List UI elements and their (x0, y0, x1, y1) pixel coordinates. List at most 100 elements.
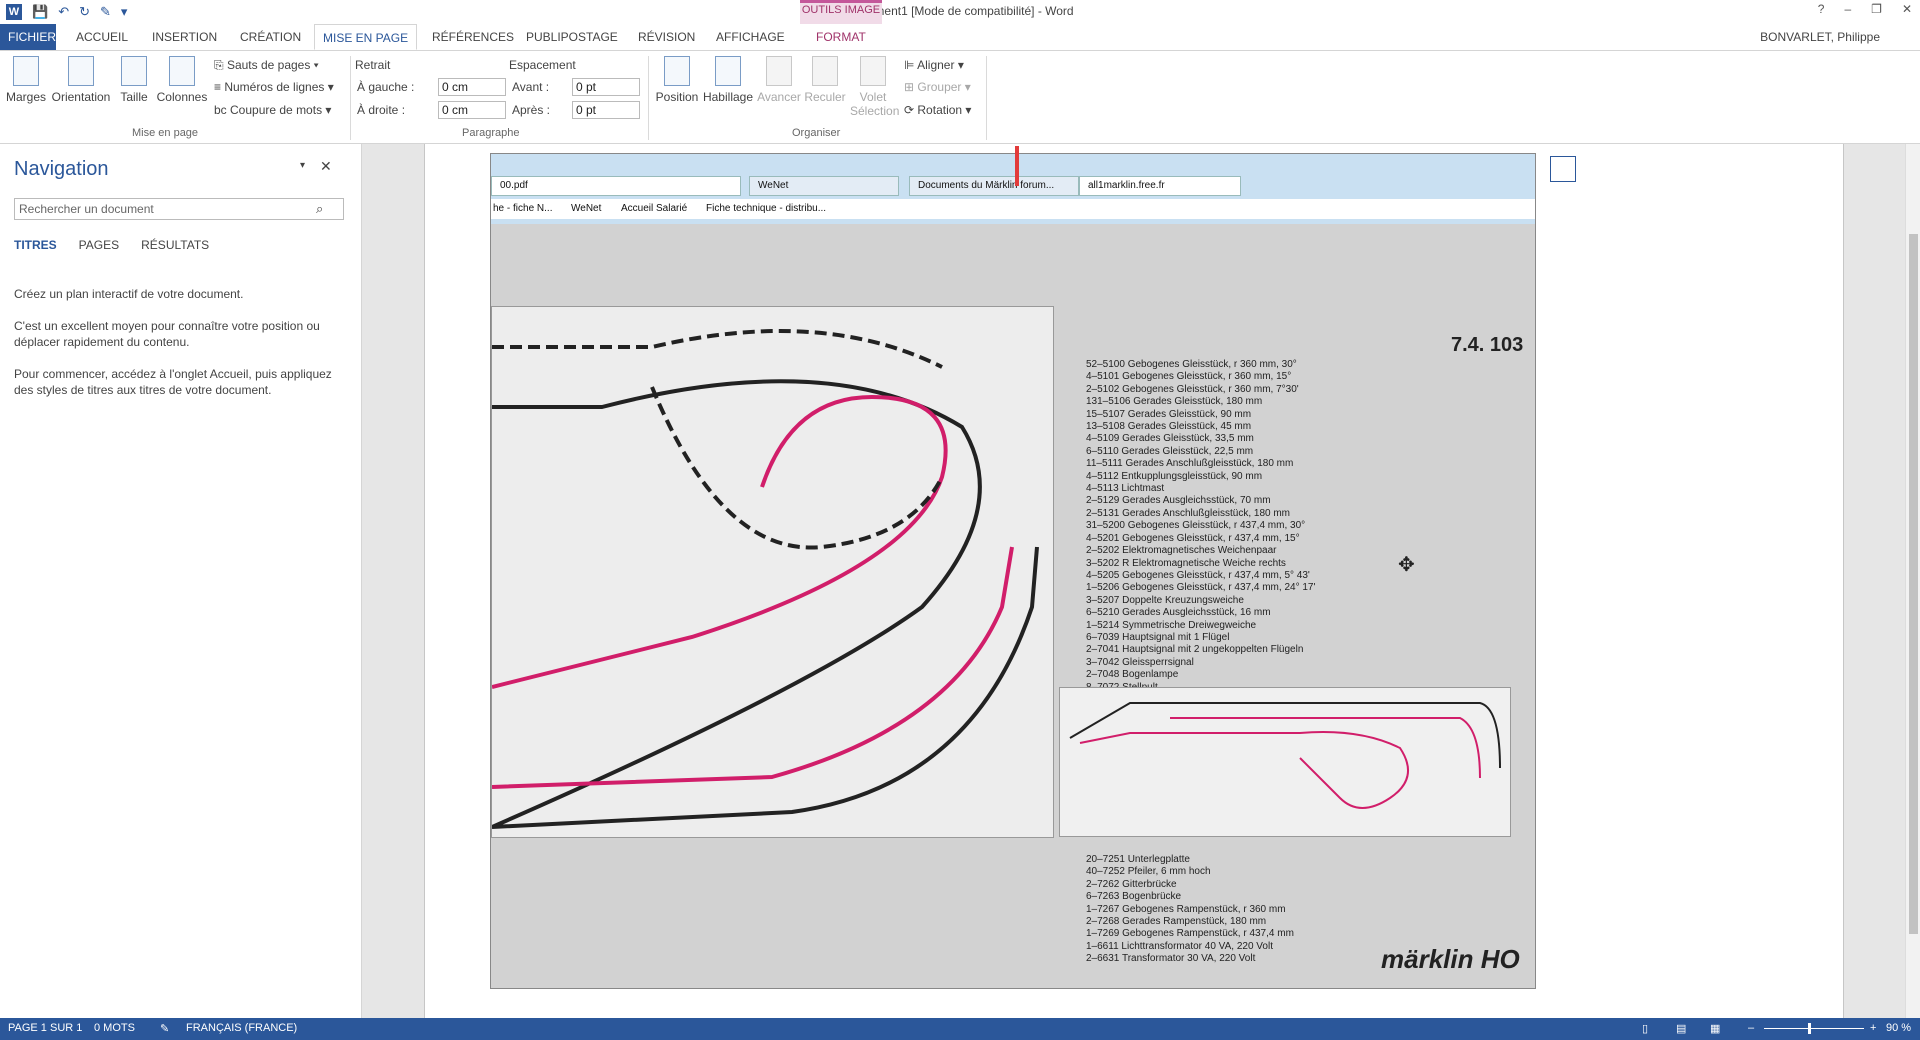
marges-button[interactable]: Marges (6, 56, 46, 104)
tab-pages[interactable]: PAGES (79, 238, 119, 252)
parts-list: 52–5100 Gebogenes Gleisstück, r 360 mm, … (1086, 359, 1315, 731)
part-row: 13–5108 Gerades Gleisstück, 45 mm (1086, 421, 1252, 433)
part-row: 6–5110 Gerades Gleisstück, 22,5 mm (1086, 445, 1254, 457)
part-row: 15–5107 Gerades Gleisstück, 90 mm (1086, 408, 1252, 420)
part-row: 6–7039 Hauptsignal mit 1 Flügel (1086, 631, 1230, 643)
part-row: 4–5205 Gebogenes Gleisstück, r 437,4 mm,… (1086, 569, 1310, 581)
zoom-out-button[interactable]: – (1748, 1022, 1754, 1034)
nav-title: Navigation (14, 158, 109, 180)
tab-publipostage[interactable]: PUBLIPOSTAGE (518, 24, 626, 50)
taille-button[interactable]: Taille (116, 56, 152, 104)
sauts-button[interactable]: ⎘ Sauts de pages ▾ (214, 58, 319, 73)
minimize-button[interactable]: – (1844, 2, 1851, 16)
context-group-label: OUTILS IMAGE (801, 4, 881, 16)
selection-label: Sélection (850, 104, 900, 118)
tab-insertion[interactable]: INSERTION (144, 24, 225, 50)
spacing-before-field[interactable]: 0 pt (572, 78, 640, 96)
part-row: 1–5214 Symmetrische Dreiwegweiche (1086, 619, 1257, 631)
tab-mise-en-page[interactable]: MISE EN PAGE (314, 24, 418, 50)
pasted-image[interactable]: 00.pdf WeNet Documents du Märklin forum.… (490, 153, 1536, 989)
part-row: 4–5113 Lichtmast (1086, 483, 1165, 495)
part-row: 11–5111 Gerades Anschlußgleisstück, 180 … (1086, 458, 1294, 470)
part-row: 31–5200 Gebogenes Gleisstück, r 437,4 mm… (1086, 520, 1306, 532)
spacing-after-field[interactable]: 0 pt (572, 101, 640, 119)
indent-right-field[interactable]: 0 cm (438, 101, 506, 119)
part-row: 1–5206 Gebogenes Gleisstück, r 437,4 mm,… (1086, 582, 1316, 594)
nav-help-text-1: Créez un plan interactif de votre docume… (14, 287, 244, 301)
nav-tabs: TITRES PAGES RÉSULTATS (14, 238, 209, 252)
tab-affichage[interactable]: AFFICHAGE (708, 24, 793, 50)
mini-track-pink-2 (1170, 717, 1481, 779)
help-button[interactable]: ? (1818, 2, 1825, 16)
bottom-parts-list: 20–7251 Unterlegplatte 40–7252 Pfeiler, 6… (1086, 854, 1294, 966)
zoom-slider-thumb[interactable] (1808, 1023, 1811, 1034)
mini-track-pink (1079, 731, 1409, 809)
bottom-part-row: 40–7252 Pfeiler, 6 mm hoch (1086, 866, 1211, 878)
tab-titres[interactable]: TITRES (14, 238, 57, 252)
avancer-button[interactable]: Avancer (756, 56, 802, 104)
tab-references[interactable]: RÉFÉRENCES (424, 24, 522, 50)
tab-accueil[interactable]: ACCUEIL (68, 24, 136, 50)
zoom-level[interactable]: 90 % (1886, 1022, 1911, 1034)
part-row: 3–7042 Gleissperrsignal (1086, 656, 1194, 668)
zoom-in-button[interactable]: + (1870, 1022, 1876, 1034)
proofing-icon[interactable]: ✎ (160, 1022, 169, 1035)
grouper-button[interactable]: ⊞ Grouper ▾ (904, 80, 971, 94)
restore-button[interactable]: ❐ (1871, 2, 1882, 16)
tab-format[interactable]: FORMAT (808, 24, 874, 50)
image-tab-wenet: WeNet (749, 176, 899, 196)
status-words[interactable]: 0 MOTS (94, 1022, 135, 1034)
status-page[interactable]: PAGE 1 SUR 1 (8, 1022, 82, 1034)
aligner-button[interactable]: ⊫ Aligner ▾ (904, 58, 964, 72)
search-icon[interactable]: ⌕ (316, 201, 323, 217)
gauche-label: À gauche : (357, 80, 415, 94)
print-layout-icon[interactable]: ▤ (1676, 1022, 1686, 1035)
bottom-part-row: 2–6631 Transformator 30 VA, 220 Volt (1086, 953, 1256, 965)
habillage-button[interactable]: Habillage (702, 56, 754, 104)
marklin-logo: märklin HO (1381, 944, 1520, 974)
vertical-scrollbar[interactable] (1905, 144, 1920, 1018)
status-language[interactable]: FRANÇAIS (FRANCE) (186, 1022, 297, 1034)
close-button[interactable]: ✕ (1902, 2, 1912, 16)
image-bookmark-3: Accueil Salarié (621, 203, 688, 214)
sheet-page-number: 7.4. 103 (1451, 334, 1524, 356)
nav-search-input[interactable]: Rechercher un document (14, 198, 344, 220)
rotation-label: Rotation (917, 103, 963, 117)
habillage-label: Habillage (702, 90, 754, 104)
wrap-icon (715, 56, 741, 86)
scroll-thumb[interactable] (1909, 234, 1918, 934)
reculer-button[interactable]: Reculer (802, 56, 848, 104)
image-tab-marklin: all1marklin.free.fr (1079, 176, 1241, 196)
position-button[interactable]: Position (654, 56, 700, 104)
size-icon (121, 56, 147, 86)
tab-fichier[interactable]: FICHIER (0, 24, 56, 50)
nav-help-text-2: C'est un excellent moyen pour connaître … (14, 319, 320, 349)
indent-left-field[interactable]: 0 cm (438, 78, 506, 96)
tab-creation[interactable]: CRÉATION (232, 24, 309, 50)
send-backward-icon (812, 56, 838, 86)
nav-close-icon[interactable]: ✕ (320, 158, 332, 175)
image-url: 00.pdf (491, 176, 741, 196)
coupure-button[interactable]: bc Coupure de mots ▾ (214, 103, 331, 117)
numeros-button[interactable]: ≡ Numéros de lignes ▾ (214, 80, 334, 94)
zoom-slider[interactable] (1764, 1028, 1864, 1029)
tab-revision[interactable]: RÉVISION (630, 24, 703, 50)
columns-icon (169, 56, 195, 86)
navigation-pane: Navigation ✕ ▾ Rechercher un document ⌕ … (0, 144, 362, 1018)
aligner-label: Aligner (917, 58, 955, 72)
track-plan-svg (491, 329, 1039, 829)
track-line-dashed-loop (650, 386, 944, 550)
tab-resultats[interactable]: RÉSULTATS (141, 238, 209, 252)
web-layout-icon[interactable]: ▦ (1710, 1022, 1720, 1035)
nav-options-icon[interactable]: ▾ (300, 160, 305, 171)
read-mode-icon[interactable]: ▯ (1642, 1022, 1648, 1035)
colonnes-button[interactable]: Colonnes (156, 56, 208, 104)
layout-options-icon[interactable] (1550, 156, 1576, 182)
separator (986, 56, 987, 140)
user-account[interactable]: BONVARLET, Philippe (1760, 30, 1880, 44)
rotation-button[interactable]: ⟳ Rotation ▾ (904, 103, 971, 117)
part-row: 2–5202 Elektromagnetisches Weichenpaar (1086, 545, 1277, 557)
volet-selection-button[interactable]: Volet Sélection (850, 56, 900, 118)
retrait-label: Retrait (355, 58, 391, 72)
orientation-button[interactable]: Orientation (50, 56, 112, 104)
